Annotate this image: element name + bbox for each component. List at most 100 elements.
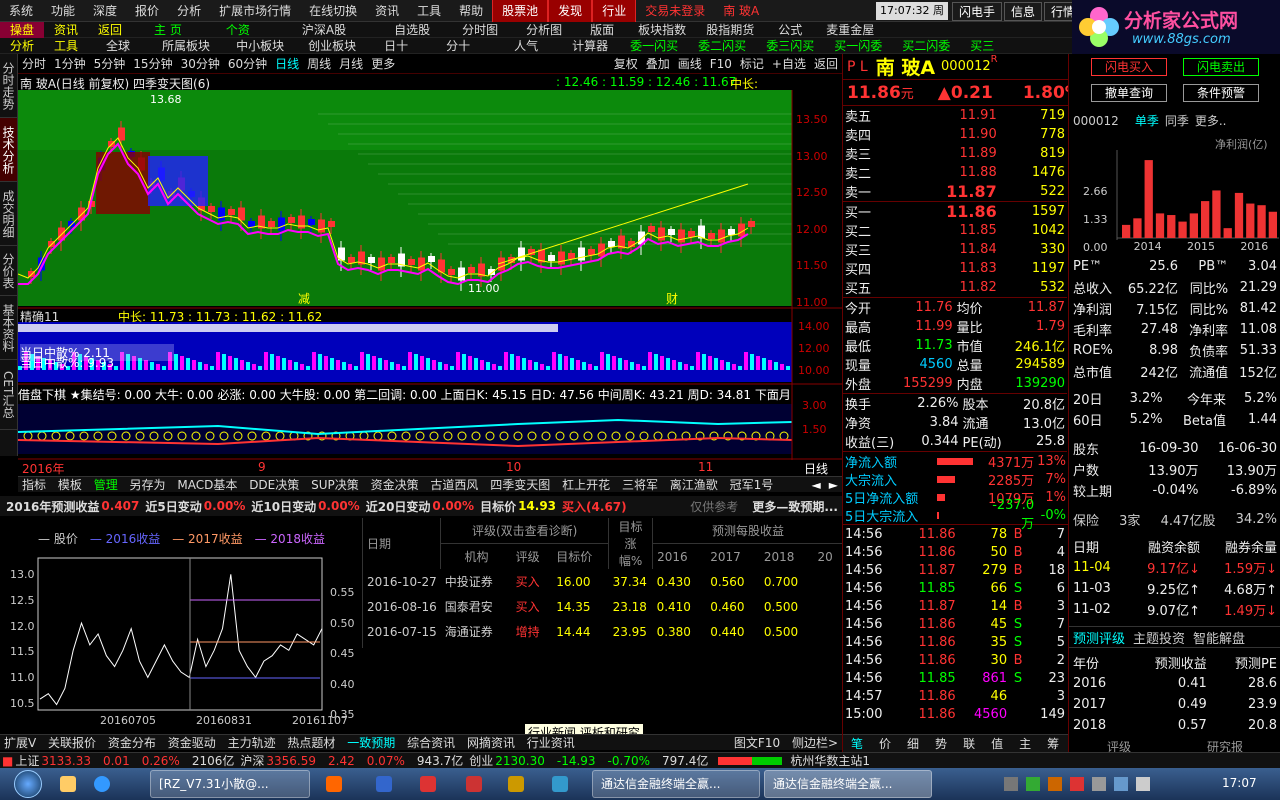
tb2-gem[interactable]: 创业板块 [296, 38, 368, 54]
tb2-tools[interactable]: 工具 [44, 38, 88, 54]
period-30min[interactable]: 30分钟 [177, 55, 224, 72]
tick-tab[interactable]: 势 [927, 735, 955, 752]
tab-related[interactable]: 关联报价 [44, 736, 100, 750]
menu-tools[interactable]: 工具 [408, 0, 450, 22]
hs-label[interactable]: 沪深 [240, 752, 264, 769]
tray-security-icon[interactable] [1026, 777, 1040, 791]
tab-indicator[interactable]: 指标 [18, 478, 50, 492]
table-row[interactable]: 14:56 11.86 35 S 5 [843, 633, 1067, 651]
table-row[interactable]: 买五 11.82 532 [843, 278, 1067, 298]
tb1-watchlist[interactable]: 自选股 [376, 22, 448, 38]
menu-system[interactable]: 系统 [0, 0, 42, 22]
tb2-min10[interactable]: 分十 [424, 38, 492, 54]
tb1-home[interactable]: 主 页 [132, 22, 204, 38]
menu-online-switch[interactable]: 在线切换 [300, 0, 366, 22]
menu-help[interactable]: 帮助 [450, 0, 492, 22]
tray-flag-icon[interactable] [1092, 777, 1106, 791]
app4-icon[interactable] [508, 776, 524, 792]
tab-gangshang[interactable]: 杠上开花 [558, 478, 614, 492]
app3-icon[interactable] [466, 776, 482, 792]
nav-cet-summary[interactable]: CET汇总 [0, 360, 17, 430]
btn-return[interactable]: 返回 [810, 55, 842, 72]
tab-web-news[interactable]: 网摘资讯 [463, 736, 519, 750]
table-row[interactable]: 卖四 11.90 778 [843, 125, 1067, 144]
table-row[interactable]: 2016-10-27 中投证券 买入 16.00 37.34 0.430 0.5… [363, 569, 843, 594]
tab-manage[interactable]: 管理 [90, 478, 122, 492]
table-row[interactable]: 14:56 11.87 279 B 18 [843, 561, 1067, 579]
sh-label[interactable]: 上证 [15, 752, 39, 769]
table-row[interactable]: 卖一 11.87 522 [843, 182, 1067, 202]
tab-sijibiantian[interactable]: 四季变天图 [486, 478, 554, 492]
tab-industry-news[interactable]: 行业资讯 [523, 736, 579, 750]
tab-expand[interactable]: 扩展V [0, 736, 40, 750]
app-icon[interactable] [376, 776, 392, 792]
period-1min[interactable]: 1分钟 [50, 55, 90, 72]
tab-sanjiangjun[interactable]: 三将军 [618, 478, 662, 492]
tray-network-icon[interactable] [1114, 777, 1128, 791]
tab-more[interactable]: 更多.. [1195, 112, 1227, 129]
nav-time-trend[interactable]: 分时走势 [0, 54, 17, 118]
btn-mark[interactable]: 标记 [736, 55, 768, 72]
tb2-flash-buy1[interactable]: 委一闪买 [620, 38, 688, 54]
tb1-news[interactable]: 资讯 [44, 22, 88, 38]
industry-button[interactable]: 行业 [592, 0, 637, 23]
tab-champion[interactable]: 冠军1号 [726, 478, 778, 492]
tb2-analysis[interactable]: 分析 [0, 38, 44, 54]
menu-analysis[interactable]: 分析 [168, 0, 210, 22]
eps-more-rating[interactable]: 评级 [1107, 740, 1131, 752]
tab-fund[interactable]: 资金决策 [367, 478, 423, 492]
table-row[interactable]: 买一 11.86 1597 [843, 201, 1067, 221]
btn-f10[interactable]: F10 [706, 57, 736, 71]
table-row[interactable]: 卖三 11.89 819 [843, 144, 1067, 163]
tab-sidebar[interactable]: 侧边栏> [788, 736, 842, 750]
tb2-day10[interactable]: 日十 [368, 38, 424, 54]
table-row[interactable]: 14:56 11.87 14 B 3 [843, 597, 1067, 615]
period-more[interactable]: 更多 [367, 55, 399, 72]
media-icon[interactable] [326, 776, 342, 792]
table-row[interactable]: 买四 11.83 1197 [843, 259, 1067, 278]
period-time[interactable]: 分时 [18, 55, 50, 72]
period-5min[interactable]: 5分钟 [90, 55, 130, 72]
browser-icon[interactable] [94, 776, 110, 792]
explorer-icon[interactable] [60, 776, 76, 792]
tb1-operate[interactable]: 操盘 [0, 21, 45, 38]
table-row[interactable]: 14:57 11.86 46 3 [843, 687, 1067, 705]
app5-icon[interactable] [552, 776, 568, 792]
tab-template[interactable]: 模板 [54, 478, 86, 492]
tab-saveas[interactable]: 另存为 [126, 478, 170, 492]
start-button[interactable] [14, 770, 42, 798]
condition-alert-button[interactable]: 条件预警 [1183, 84, 1259, 102]
table-row[interactable]: 买二 11.85 1042 [843, 221, 1067, 240]
tb1-analysischart[interactable]: 分析图 [512, 22, 576, 38]
tb2-popularity[interactable]: 人气 [492, 38, 560, 54]
tb2-flash-sell2[interactable]: 买二闪委 [892, 38, 960, 54]
scroll-right-icon[interactable]: ► [825, 478, 842, 492]
table-row[interactable]: 14:56 11.86 30 B 2 [843, 651, 1067, 669]
tab-overall-news[interactable]: 综合资讯 [403, 736, 459, 750]
tab-theme[interactable]: 主题投资 [1129, 628, 1189, 647]
tick-tab[interactable]: 细 [899, 735, 927, 752]
menu-depth[interactable]: 深度 [84, 0, 126, 22]
menu-news[interactable]: 资讯 [366, 0, 408, 22]
tick-tab[interactable]: 笔 [843, 735, 871, 752]
tb2-flash-buy3[interactable]: 委三闪买 [756, 38, 824, 54]
tb2-global[interactable]: 全球 [88, 38, 148, 54]
app2-icon[interactable] [420, 776, 436, 792]
tab-forecast-rating[interactable]: 预测评级 [1069, 628, 1129, 647]
menu-quote[interactable]: 报价 [126, 0, 168, 22]
cy-label[interactable]: 创业 [469, 752, 493, 769]
table-row[interactable]: 14:56 11.86 50 B 4 [843, 543, 1067, 561]
tab-f10-graphic[interactable]: 图文F10 [730, 736, 784, 750]
col-rating-group[interactable]: 评级(双击查看诊断) [440, 518, 609, 544]
btn-overlay[interactable]: 叠加 [642, 55, 674, 72]
tab-same-quarter[interactable]: 同季 [1165, 112, 1189, 129]
tray-volume-icon[interactable] [1136, 777, 1150, 791]
table-row[interactable]: 2016-07-15 海通证券 增持 14.44 23.95 0.380 0.4… [363, 619, 843, 644]
btn-fq[interactable]: 复权 [610, 55, 642, 72]
tick-tab[interactable]: 主 [1011, 735, 1039, 752]
tb2-calculator[interactable]: 计算器 [560, 38, 620, 54]
period-day[interactable]: 日线 [271, 55, 303, 72]
table-row[interactable]: 买三 11.84 330 [843, 240, 1067, 259]
nav-tech-analysis[interactable]: 技术分析 [0, 118, 17, 182]
period-60min[interactable]: 60分钟 [224, 55, 271, 72]
